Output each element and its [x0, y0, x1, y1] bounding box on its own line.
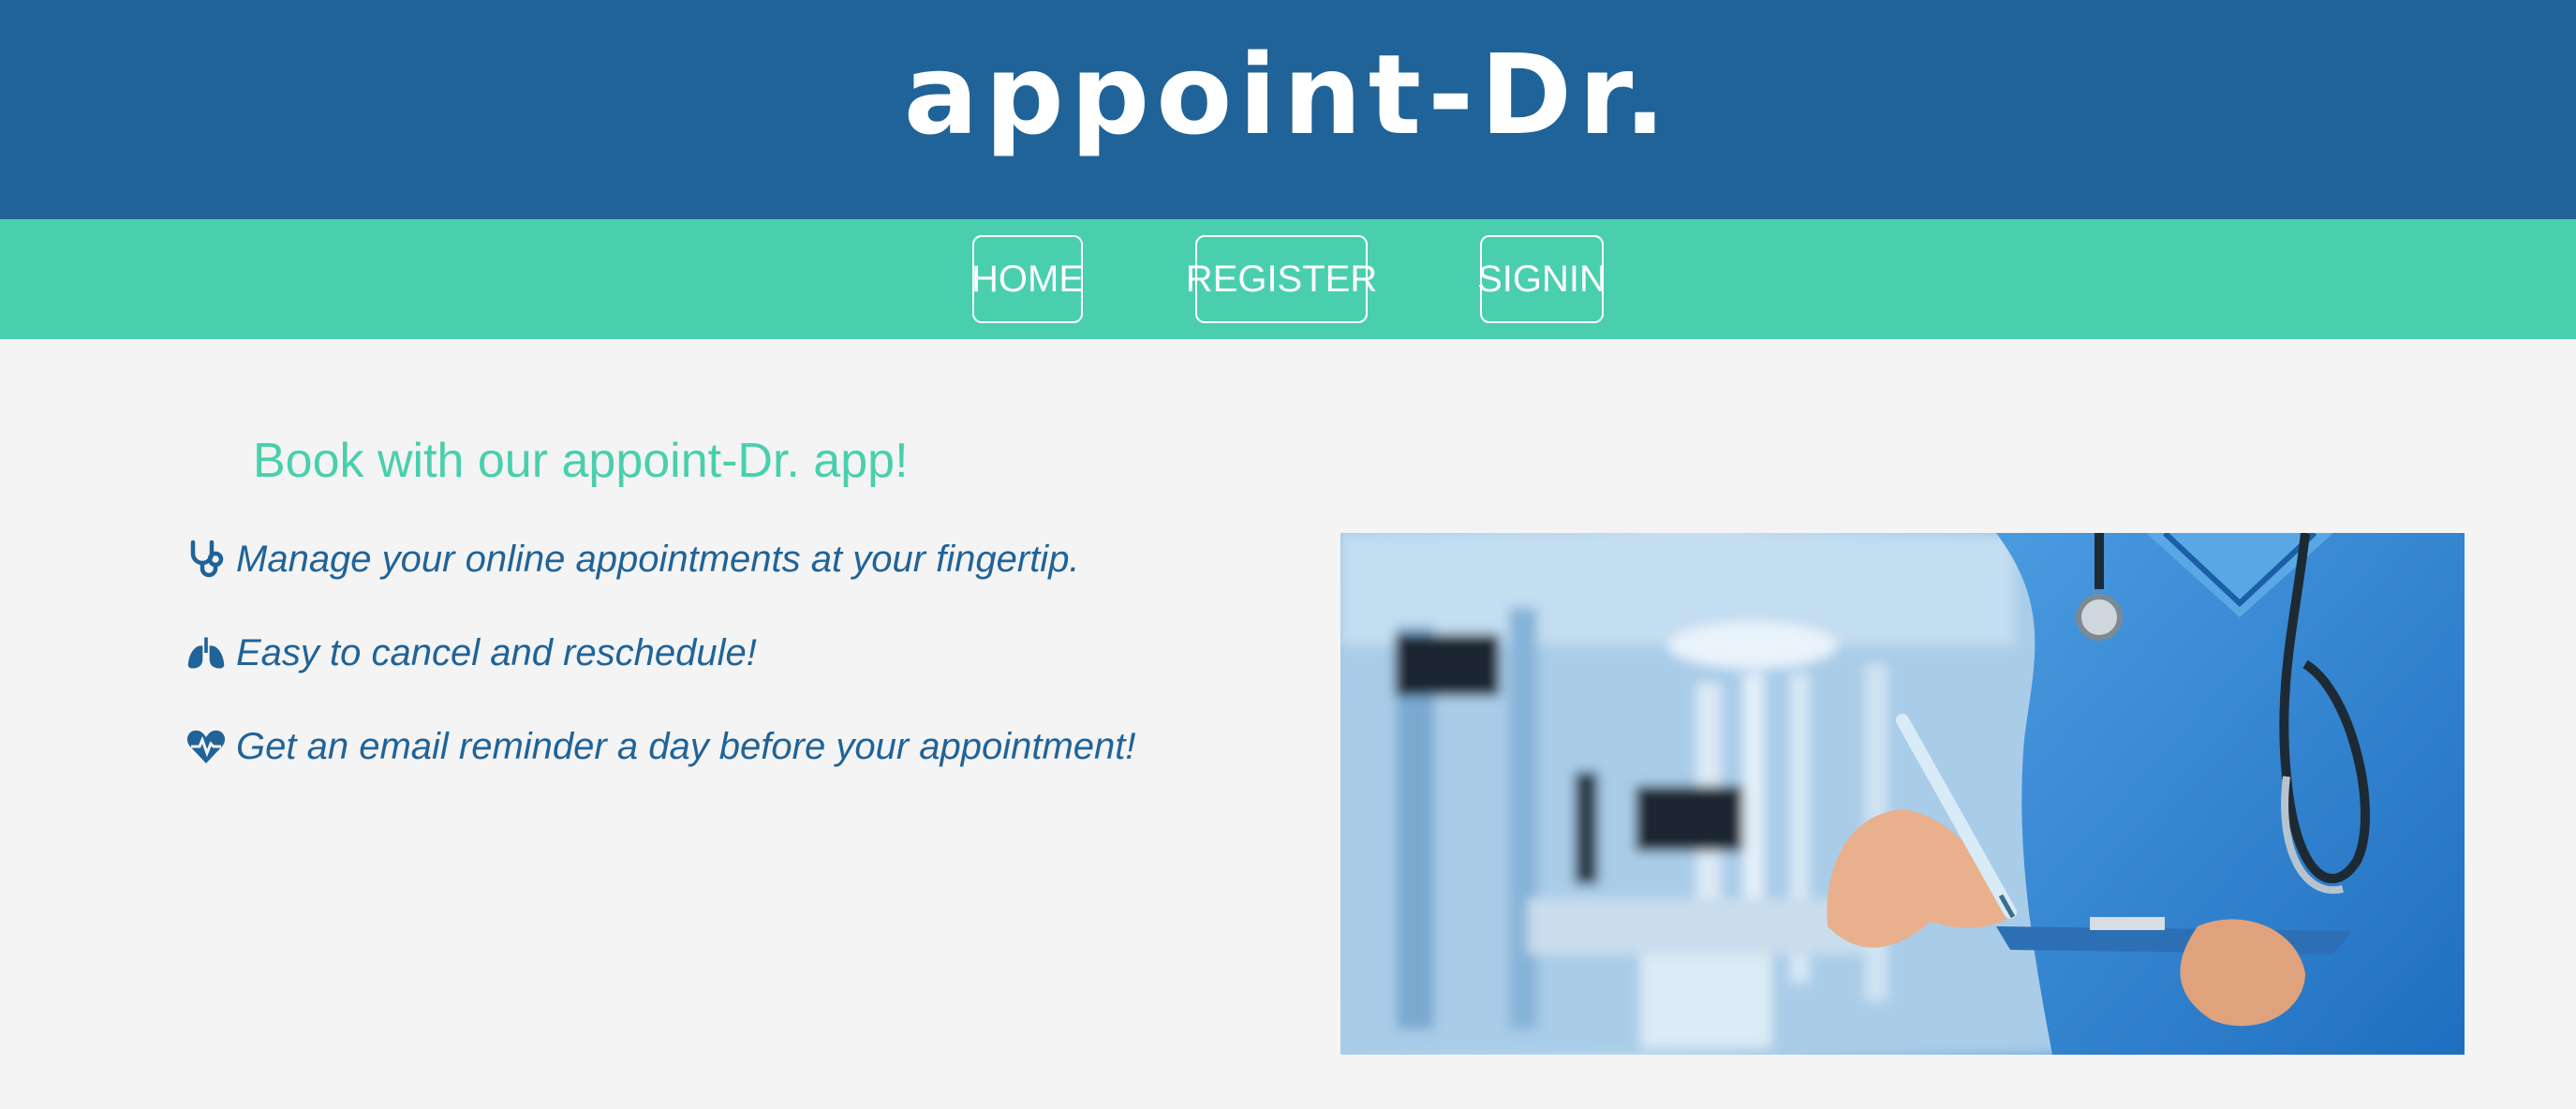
feature-item: Get an email reminder a day before your …	[185, 700, 1136, 793]
feature-item: Easy to cancel and reschedule!	[185, 606, 1136, 700]
nav-bar: HOME REGISTER SIGNIN	[0, 219, 2576, 339]
site-title: appoint-Dr.	[903, 30, 1673, 159]
nav-home-button[interactable]: HOME	[971, 235, 1084, 323]
feature-list: Manage your online appointments at your …	[185, 512, 1136, 793]
feature-text: Manage your online appointments at your …	[236, 538, 1080, 580]
doctor-hero-image	[1340, 533, 2465, 1055]
section-title: Book with our appoint-Dr. app!	[253, 434, 909, 488]
feature-text: Get an email reminder a day before your …	[236, 725, 1136, 767]
main-content: Book with our appoint-Dr. app! Manage yo…	[0, 339, 2576, 1109]
heart-pulse-icon	[185, 726, 227, 767]
nav-signin-button[interactable]: SIGNIN	[1477, 235, 1606, 323]
nav-register-button[interactable]: REGISTER	[1186, 235, 1377, 323]
feature-text: Easy to cancel and reschedule!	[236, 631, 757, 673]
stethoscope-icon	[185, 539, 227, 580]
site-header: appoint-Dr.	[0, 0, 2576, 219]
feature-item: Manage your online appointments at your …	[185, 512, 1136, 606]
lungs-icon	[185, 632, 227, 673]
